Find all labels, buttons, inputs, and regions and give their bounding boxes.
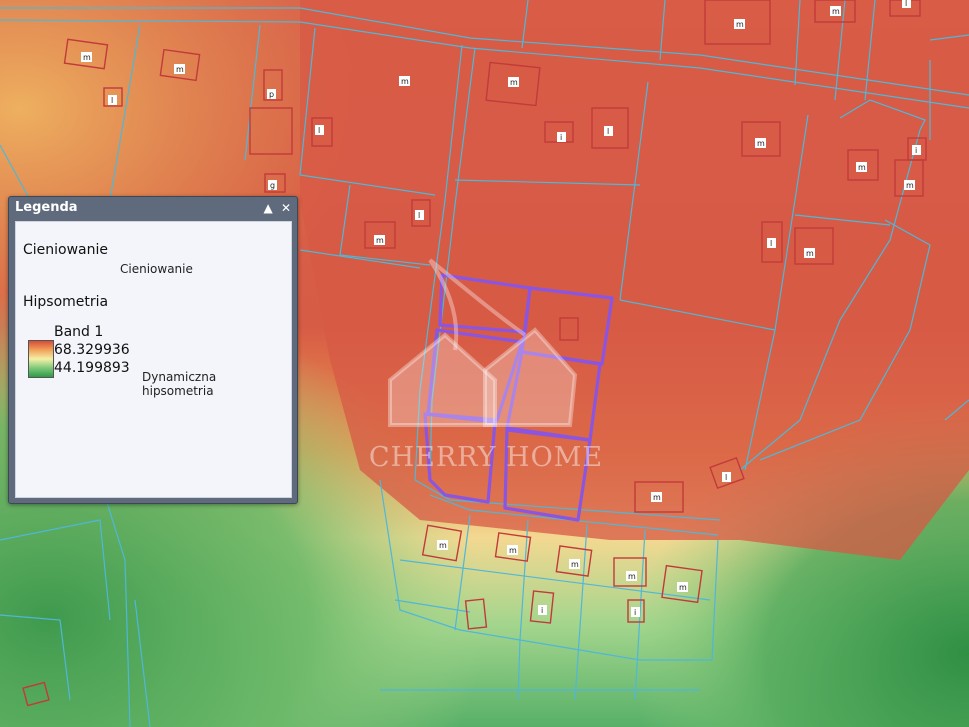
layer-shading-item: Cieniowanie	[120, 262, 193, 276]
legend-title: Legenda	[15, 200, 78, 215]
collapse-icon[interactable]: ▲	[264, 201, 273, 215]
building-label: l	[725, 473, 727, 482]
building-label: m	[401, 77, 409, 86]
watermark-text: CHERRY HOME	[368, 442, 604, 473]
ramp-max-value: 68.329936	[54, 342, 130, 358]
building-label: m	[628, 572, 636, 581]
building-label: m	[806, 249, 814, 258]
building-label: m	[376, 236, 384, 245]
color-ramp-swatch	[28, 340, 54, 378]
building-label: l	[318, 126, 320, 135]
building-label: m	[736, 20, 744, 29]
building-label: m	[679, 583, 687, 592]
building-label: l	[770, 239, 772, 248]
building-label: m	[509, 546, 517, 555]
building-label: i	[915, 146, 917, 155]
band-label: Band 1	[54, 324, 104, 340]
building-label: m	[510, 78, 518, 87]
legend-panel[interactable]: Legenda ▲ ✕ Cieniowanie Cieniowanie Hips…	[8, 196, 298, 504]
layer-shading-title: Cieniowanie	[23, 242, 109, 258]
building-label: m	[439, 541, 447, 550]
building-label: g	[270, 181, 275, 190]
building-label: m	[83, 53, 91, 62]
building-label: i	[541, 606, 543, 615]
building-label: i	[634, 608, 636, 617]
layer-hypsometry-title: Hipsometria	[23, 294, 109, 310]
building-label: m	[571, 560, 579, 569]
building-label: l	[607, 127, 609, 136]
building-label: m	[176, 65, 184, 74]
building-label: i	[560, 133, 562, 142]
ramp-min-value: 44.199893	[54, 360, 130, 376]
building-label: m	[858, 163, 866, 172]
legend-body: Cieniowanie Cieniowanie Hipsometria Band…	[15, 221, 292, 498]
legend-header[interactable]: Legenda ▲ ✕	[9, 197, 297, 219]
building-label: l	[418, 211, 420, 220]
building-label: l	[111, 96, 113, 105]
close-icon[interactable]: ✕	[281, 201, 291, 215]
building-label: l	[905, 0, 907, 8]
ramp-label: Dynamiczna hipsometria	[142, 370, 217, 398]
building-label: m	[906, 181, 914, 190]
building-label: m	[653, 493, 661, 502]
building-label: m	[757, 139, 765, 148]
building-label: m	[832, 7, 840, 16]
building-label: p	[269, 90, 274, 99]
